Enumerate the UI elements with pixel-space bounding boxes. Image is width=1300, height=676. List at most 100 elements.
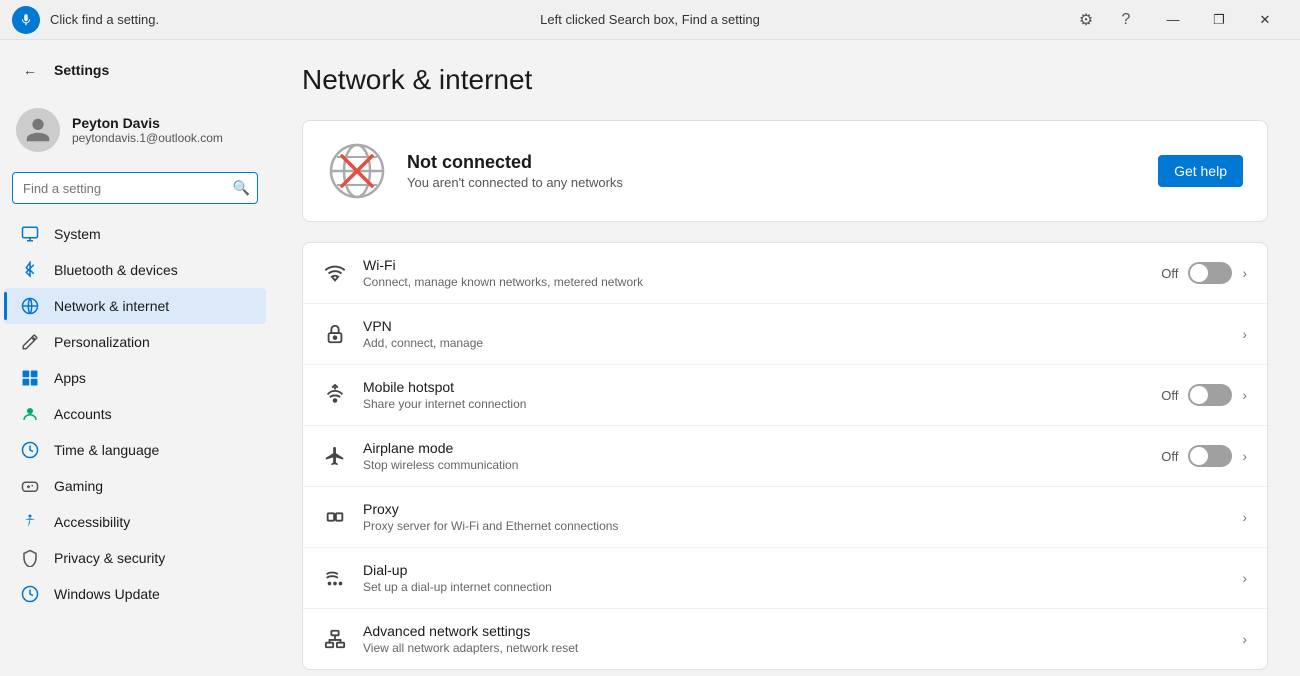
connection-banner: Not connected You aren't connected to an… [302, 120, 1268, 222]
settings-icon-button[interactable]: ⚙ [1070, 4, 1102, 36]
sidebar-item-privacy[interactable]: Privacy & security [4, 540, 266, 576]
wifi-right: Off › [1161, 262, 1247, 284]
sidebar-item-update[interactable]: Windows Update [4, 576, 266, 612]
wifi-row[interactable]: Wi-Fi Connect, manage known networks, me… [303, 243, 1267, 304]
update-icon [20, 584, 40, 604]
get-help-button[interactable]: Get help [1158, 155, 1243, 187]
hotspot-text: Mobile hotspot Share your internet conne… [363, 379, 1145, 411]
window-controls: — ❐ ✕ [1150, 4, 1288, 36]
hotspot-desc: Share your internet connection [363, 397, 1145, 411]
user-name: Peyton Davis [72, 115, 223, 131]
user-email: peytondavis.1@outlook.com [72, 131, 223, 145]
avatar [16, 108, 60, 152]
dialup-right: › [1242, 570, 1247, 586]
vpn-text: VPN Add, connect, manage [363, 318, 1226, 350]
sidebar-item-accessibility[interactable]: Accessibility [4, 504, 266, 540]
dialup-icon [323, 566, 347, 590]
airplane-row[interactable]: Airplane mode Stop wireless communicatio… [303, 426, 1267, 487]
proxy-desc: Proxy server for Wi-Fi and Ethernet conn… [363, 519, 1226, 533]
sidebar-item-network[interactable]: Network & internet [4, 288, 266, 324]
airplane-right: Off › [1161, 445, 1247, 467]
hotspot-chevron: › [1242, 387, 1247, 403]
sidebar-item-privacy-label: Privacy & security [54, 550, 165, 566]
minimize-button[interactable]: — [1150, 4, 1196, 36]
airplane-text: Airplane mode Stop wireless communicatio… [363, 440, 1145, 472]
airplane-toggle-label: Off [1161, 449, 1178, 464]
privacy-icon [20, 548, 40, 568]
airplane-toggle[interactable] [1188, 445, 1232, 467]
main-content: Network & internet Not connected You are… [270, 40, 1300, 676]
sidebar-item-accounts[interactable]: Accounts [4, 396, 266, 432]
globe-icon [327, 141, 387, 201]
airplane-desc: Stop wireless communication [363, 458, 1145, 472]
sidebar-item-personalization[interactable]: Personalization [4, 324, 266, 360]
hotspot-row[interactable]: Mobile hotspot Share your internet conne… [303, 365, 1267, 426]
proxy-row[interactable]: Proxy Proxy server for Wi-Fi and Etherne… [303, 487, 1267, 548]
connection-info: Not connected You aren't connected to an… [407, 152, 1138, 190]
connection-status: Not connected [407, 152, 1138, 173]
proxy-title: Proxy [363, 501, 1226, 517]
search-input[interactable] [12, 172, 258, 204]
bluetooth-icon [20, 260, 40, 280]
sidebar-item-update-label: Windows Update [54, 586, 160, 602]
titlebar-center-text: Left clicked Search box, Find a setting [540, 12, 760, 27]
dialup-row[interactable]: Dial-up Set up a dial-up internet connec… [303, 548, 1267, 609]
system-icon [20, 224, 40, 244]
sidebar-item-bluetooth-label: Bluetooth & devices [54, 262, 178, 278]
sidebar-item-time[interactable]: Time & language [4, 432, 266, 468]
airplane-chevron: › [1242, 448, 1247, 464]
sidebar-item-accounts-label: Accounts [54, 406, 112, 422]
titlebar-actions: ⚙ ? [1070, 4, 1142, 36]
sidebar-item-network-label: Network & internet [54, 298, 169, 314]
settings-list: Wi-Fi Connect, manage known networks, me… [302, 242, 1268, 670]
vpn-chevron: › [1242, 326, 1247, 342]
sidebar-item-time-label: Time & language [54, 442, 159, 458]
settings-label: Settings [54, 62, 109, 78]
gaming-icon [20, 476, 40, 496]
wifi-title: Wi-Fi [363, 257, 1145, 273]
advanced-right: › [1242, 631, 1247, 647]
dialup-desc: Set up a dial-up internet connection [363, 580, 1226, 594]
hotspot-right: Off › [1161, 384, 1247, 406]
time-icon [20, 440, 40, 460]
advanced-icon [323, 627, 347, 651]
vpn-right: › [1242, 326, 1247, 342]
advanced-row[interactable]: Advanced network settings View all netwo… [303, 609, 1267, 669]
microphone-icon [12, 6, 40, 34]
hotspot-toggle[interactable] [1188, 384, 1232, 406]
help-icon-button[interactable]: ? [1110, 4, 1142, 36]
search-box: 🔍 [12, 172, 258, 204]
wifi-icon [323, 261, 347, 285]
vpn-row[interactable]: VPN Add, connect, manage › [303, 304, 1267, 365]
wifi-toggle[interactable] [1188, 262, 1232, 284]
accessibility-icon [20, 512, 40, 532]
dialup-chevron: › [1242, 570, 1247, 586]
advanced-chevron: › [1242, 631, 1247, 647]
sidebar-item-bluetooth[interactable]: Bluetooth & devices [4, 252, 266, 288]
back-button[interactable]: ← [16, 56, 44, 84]
user-info: Peyton Davis peytondavis.1@outlook.com [72, 115, 223, 145]
sidebar-item-accessibility-label: Accessibility [54, 514, 130, 530]
maximize-button[interactable]: ❐ [1196, 4, 1242, 36]
proxy-icon [323, 505, 347, 529]
sidebar-item-system-label: System [54, 226, 101, 242]
wifi-toggle-label: Off [1161, 266, 1178, 281]
vpn-title: VPN [363, 318, 1226, 334]
accounts-icon [20, 404, 40, 424]
sidebar-item-apps[interactable]: Apps [4, 360, 266, 396]
sidebar-item-personalization-label: Personalization [54, 334, 150, 350]
sidebar-item-system[interactable]: System [4, 216, 266, 252]
hotspot-title: Mobile hotspot [363, 379, 1145, 395]
close-button[interactable]: ✕ [1242, 4, 1288, 36]
sidebar-item-apps-label: Apps [54, 370, 86, 386]
sidebar: ← Settings Peyton Davis peytondavis.1@ou… [0, 40, 270, 676]
airplane-title: Airplane mode [363, 440, 1145, 456]
app-container: ← Settings Peyton Davis peytondavis.1@ou… [0, 40, 1300, 676]
sidebar-item-gaming[interactable]: Gaming [4, 468, 266, 504]
network-icon [20, 296, 40, 316]
page-title: Network & internet [302, 64, 1268, 96]
proxy-text: Proxy Proxy server for Wi-Fi and Etherne… [363, 501, 1226, 533]
dialup-text: Dial-up Set up a dial-up internet connec… [363, 562, 1226, 594]
connection-desc: You aren't connected to any networks [407, 175, 1138, 190]
proxy-right: › [1242, 509, 1247, 525]
